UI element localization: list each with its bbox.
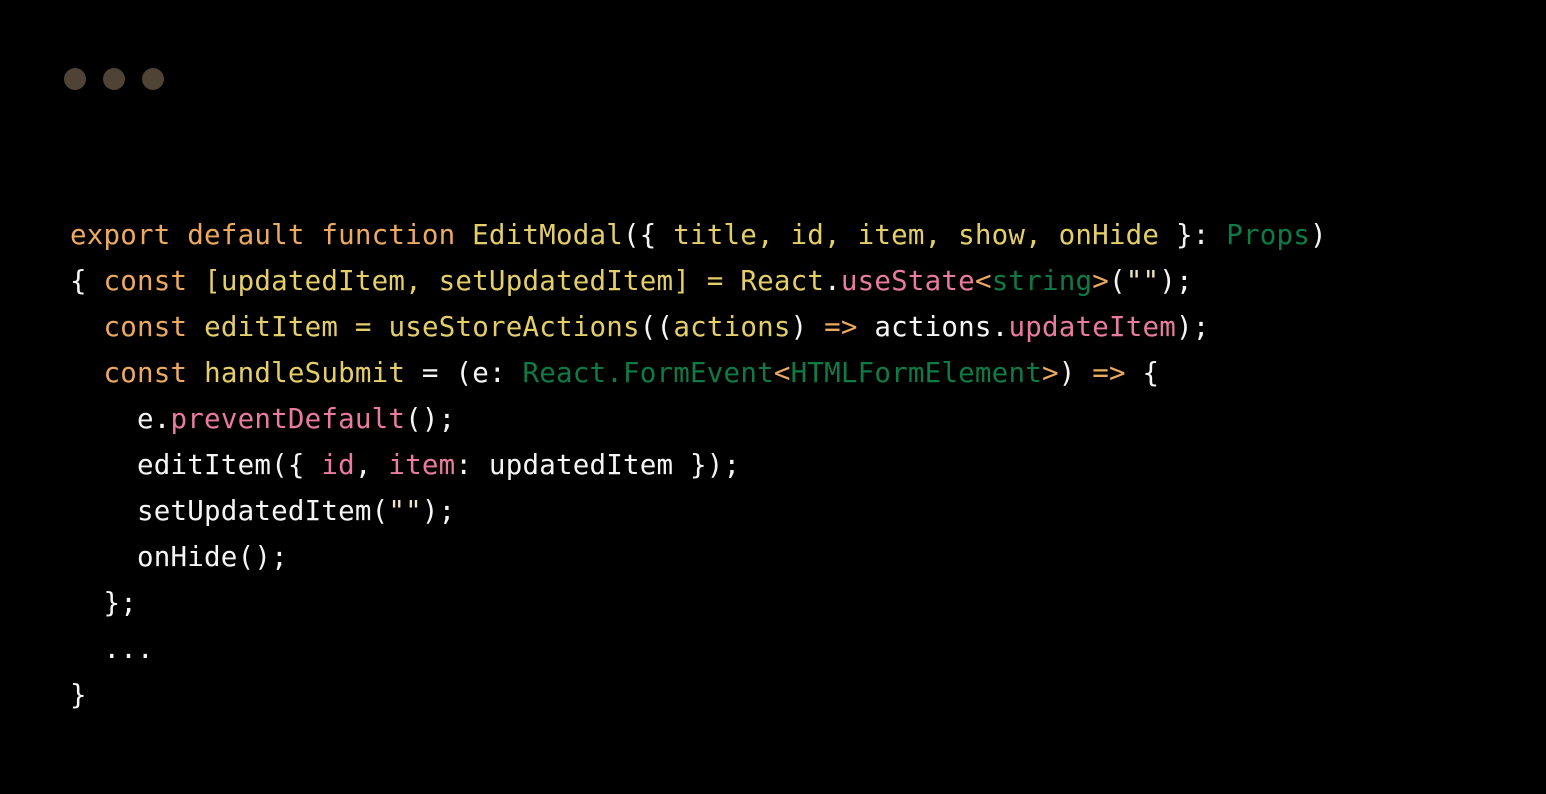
code-token-param: title, id, item, show, onHide xyxy=(673,218,1160,251)
code-token-plain: ... xyxy=(70,632,154,665)
code-token-operator: < xyxy=(773,356,791,389)
code-line: } xyxy=(70,672,1526,718)
minimize-dot[interactable] xyxy=(103,68,125,90)
code-token-plain: }; xyxy=(70,586,138,619)
code-token-plain: : updatedItem }); xyxy=(455,448,741,481)
code-token-plain: onHide(); xyxy=(70,540,288,573)
code-token-plain: setUpdatedItem( xyxy=(70,494,389,527)
code-token-property: item xyxy=(388,448,456,481)
code-token-plain: = xyxy=(421,356,439,389)
code-line: { const [updatedItem, setUpdatedItem] = … xyxy=(70,258,1526,304)
code-line: }; xyxy=(70,580,1526,626)
code-token-operator: < xyxy=(974,264,992,297)
code-token-string: "" xyxy=(388,494,422,527)
code-token-keyword: const xyxy=(103,264,188,297)
code-line: export default function EditModal({ titl… xyxy=(70,212,1526,258)
code-token-variable: useStoreActions xyxy=(388,310,640,343)
code-token-variable: [updatedItem, setUpdatedItem] xyxy=(204,264,691,297)
code-token-variable: = xyxy=(706,264,724,297)
code-token-plain: e. xyxy=(70,402,171,435)
code-token-plain: , xyxy=(354,448,389,481)
code-token-type: Props xyxy=(1226,218,1311,251)
code-token-plain: { xyxy=(70,264,104,297)
code-block: export default function EditModal({ titl… xyxy=(70,212,1526,718)
code-token-keyword: const xyxy=(103,310,188,343)
code-token-plain: . xyxy=(824,264,841,297)
maximize-dot[interactable] xyxy=(142,68,164,90)
code-token-string: "" xyxy=(1125,264,1160,297)
code-token-variable: = xyxy=(354,310,372,343)
code-token-plain: ); xyxy=(1176,310,1210,343)
code-token-plain: editItem({ xyxy=(70,448,322,481)
code-token-function: EditModal xyxy=(472,218,623,251)
code-line: editItem({ id, item: updatedItem }); xyxy=(70,442,1526,488)
code-snippet-window: export default function EditModal({ titl… xyxy=(0,0,1546,794)
code-line: onHide(); xyxy=(70,534,1526,580)
code-token-plain: { xyxy=(1125,356,1160,389)
code-token-plain: { xyxy=(639,218,674,251)
code-token-keyword: const xyxy=(103,356,188,389)
window-titlebar xyxy=(64,68,164,90)
code-line: ... xyxy=(70,626,1526,672)
code-token-property: updateItem xyxy=(1008,310,1177,343)
code-token-plain: ) xyxy=(1310,218,1327,251)
code-token-variable: handleSubmit xyxy=(204,356,406,389)
code-token-type: string xyxy=(991,264,1093,297)
code-token-plain: ( xyxy=(1109,264,1126,297)
code-token-method: useState xyxy=(840,264,975,297)
code-token-plain: ); xyxy=(421,494,456,527)
code-token-plain: actions. xyxy=(857,310,1009,343)
code-token-property: id xyxy=(321,448,355,481)
code-token-keyword: export default function xyxy=(70,218,473,251)
code-token-type: HTMLFormElement xyxy=(790,356,1042,389)
code-token-operator: => xyxy=(824,310,858,343)
code-line: e.preventDefault(); xyxy=(70,396,1526,442)
code-token-plain: ); xyxy=(1159,264,1193,297)
code-token-operator: => xyxy=(1092,356,1126,389)
code-line: setUpdatedItem(""); xyxy=(70,488,1526,534)
code-token-plain: ) xyxy=(1058,356,1093,389)
code-token-variable: React xyxy=(740,264,825,297)
close-dot[interactable] xyxy=(64,68,86,90)
code-token-plain: ( xyxy=(622,218,640,251)
code-token-plain: }: xyxy=(1159,218,1227,251)
code-token-plain: } xyxy=(70,678,87,711)
code-token-plain: (e: xyxy=(438,356,523,389)
code-token-method: preventDefault xyxy=(170,402,406,435)
code-token-plain: (( xyxy=(639,310,674,343)
code-token-plain: ) xyxy=(790,310,825,343)
code-token-variable: editItem xyxy=(204,310,339,343)
code-token-plain: (); xyxy=(405,402,456,435)
code-token-operator: > xyxy=(1092,264,1110,297)
code-line: const editItem = useStoreActions((action… xyxy=(70,304,1526,350)
code-line: const handleSubmit = (e: React.FormEvent… xyxy=(70,350,1526,396)
code-token-param: actions xyxy=(673,310,791,343)
code-token-type: React.FormEvent xyxy=(522,356,774,389)
code-token-operator: > xyxy=(1041,356,1059,389)
